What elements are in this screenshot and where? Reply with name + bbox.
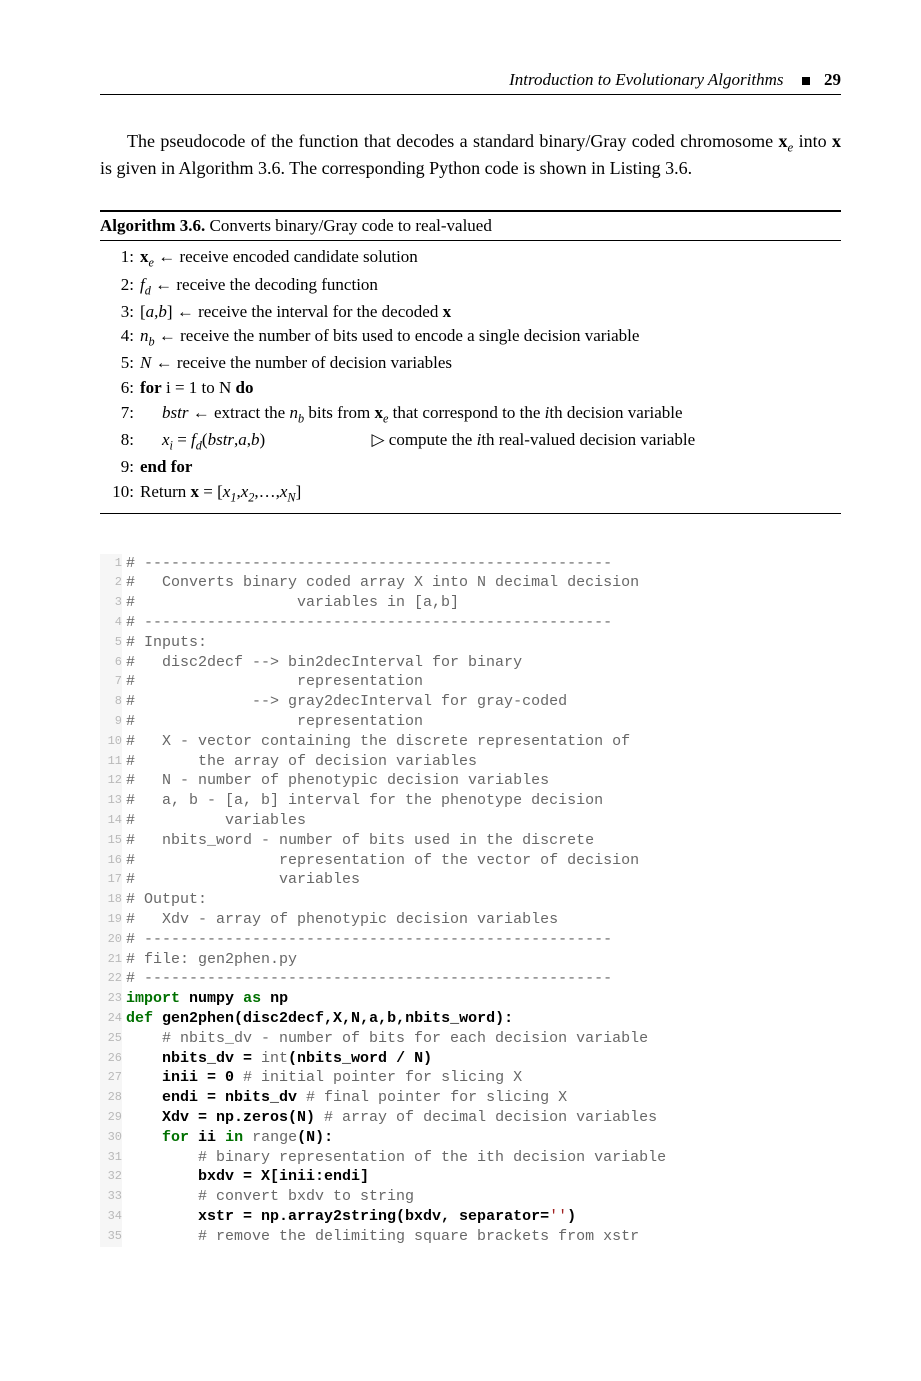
algorithm-title: Algorithm 3.6. Converts binary/Gray code… [100,212,841,240]
algorithm-block: Algorithm 3.6. Converts binary/Gray code… [100,210,841,513]
running-header: Introduction to Evolutionary Algorithms … [100,70,841,95]
header-square-icon [802,77,810,85]
algorithm-body: 1:xe ← receive encoded candidate solutio… [100,241,841,512]
page-number: 29 [824,70,841,90]
algorithm-caption: Converts binary/Gray code to real-valued [210,216,492,235]
code-listing: 1# -------------------------------------… [100,554,841,1247]
intro-paragraph: The pseudocode of the function that deco… [100,129,841,180]
header-title: Introduction to Evolutionary Algorithms [509,70,783,89]
algorithm-label: Algorithm 3.6. [100,216,205,235]
